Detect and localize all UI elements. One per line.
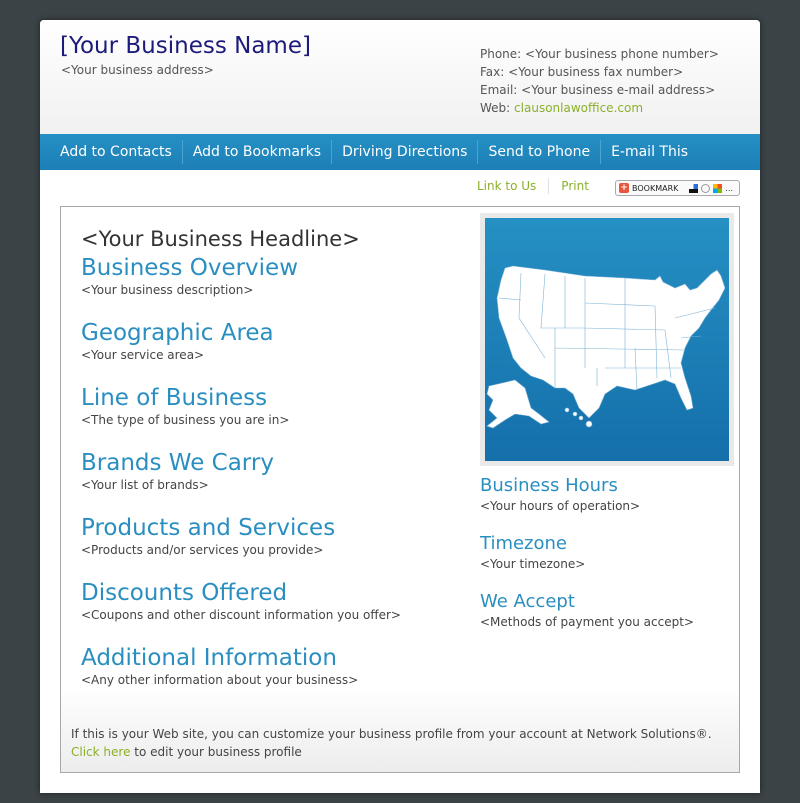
more-icon: ... [725, 183, 734, 193]
website-link[interactable]: clausonlawoffice.com [514, 101, 643, 115]
section-text: <Your service area> [81, 348, 205, 362]
section-title: Brands We Carry [81, 450, 274, 476]
delicious-icon [689, 183, 699, 193]
section-discounts-offered: Discounts Offered <Coupons and other dis… [81, 580, 401, 624]
map-frame [480, 213, 734, 466]
section-text: <Coupons and other discount information … [81, 608, 401, 622]
bookmark-label: BOOKMARK [632, 183, 679, 193]
section-text: <Products and/or services you provide> [81, 543, 324, 557]
section-text: <The type of business you are in> [81, 413, 290, 427]
email-line: Email: <Your business e-mail address> [480, 81, 719, 99]
page-container: [Your Business Name] <Your business addr… [40, 20, 760, 793]
nav-send-to-phone[interactable]: Send to Phone [478, 140, 602, 164]
utility-links: Link to Us Print [477, 178, 589, 194]
section-title: Discounts Offered [81, 580, 288, 606]
bookmark-share-button[interactable]: + BOOKMARK ... [615, 180, 740, 196]
email-value: <Your business e-mail address> [521, 83, 716, 97]
business-name: [Your Business Name] [60, 33, 311, 59]
business-headline: <Your Business Headline> [81, 227, 360, 251]
section-title: Additional Information [81, 645, 337, 671]
sidebar-text: <Methods of payment you accept> [480, 615, 694, 629]
header: [Your Business Name] <Your business addr… [40, 20, 760, 134]
email-label: Email: [480, 83, 518, 97]
section-title: Line of Business [81, 385, 268, 411]
digg-icon [701, 183, 711, 193]
edit-profile-line: Click here to edit your business profile [71, 743, 712, 761]
section-text: <Any other information about your busine… [81, 673, 359, 687]
section-line-of-business: Line of Business <The type of business y… [81, 385, 289, 429]
nav-email-this[interactable]: E-mail This [601, 140, 698, 164]
note-text: If this is your Web site, you can custom… [71, 727, 712, 741]
section-text: <Your list of brands> [81, 478, 209, 492]
nav-add-to-bookmarks[interactable]: Add to Bookmarks [183, 140, 333, 164]
sidebar-title: We Accept [480, 591, 575, 612]
sidebar-title: Business Hours [480, 475, 618, 496]
edit-profile-text: to edit your business profile [130, 745, 302, 759]
us-map-icon [485, 218, 729, 461]
nav-add-to-contacts[interactable]: Add to Contacts [50, 140, 183, 164]
windows-icon [713, 183, 723, 193]
nav-driving-directions[interactable]: Driving Directions [332, 140, 479, 164]
sidebar-timezone: Timezone <Your timezone> [480, 533, 585, 573]
plus-icon: + [619, 183, 629, 193]
web-line: Web: clausonlawoffice.com [480, 99, 719, 117]
fax-label: Fax: [480, 65, 505, 79]
business-address: <Your business address> [61, 63, 214, 77]
phone-value: <Your business phone number> [525, 47, 719, 61]
sidebar-text: <Your hours of operation> [480, 499, 641, 513]
section-geographic-area: Geographic Area <Your service area> [81, 320, 274, 364]
profile-content-box: <Your Business Headline> Business Overvi… [60, 206, 740, 773]
section-text: <Your business description> [81, 283, 254, 297]
sidebar-business-hours: Business Hours <Your hours of operation> [480, 475, 640, 515]
customize-profile-note: If this is your Web site, you can custom… [71, 725, 712, 761]
action-nav-bar: Add to Contacts Add to Bookmarks Driving… [40, 134, 760, 170]
section-title: Products and Services [81, 515, 336, 541]
divider [548, 178, 550, 194]
sidebar-title: Timezone [480, 533, 567, 554]
section-products-and-services: Products and Services <Products and/or s… [81, 515, 335, 559]
section-business-overview: Business Overview <Your business descrip… [81, 255, 298, 299]
fax-line: Fax: <Your business fax number> [480, 63, 719, 81]
print-link[interactable]: Print [561, 179, 589, 193]
sidebar-text: <Your timezone> [480, 557, 586, 571]
phone-line: Phone: <Your business phone number> [480, 45, 719, 63]
section-title: Business Overview [81, 255, 299, 281]
fax-value: <Your business fax number> [508, 65, 684, 79]
link-to-us-link[interactable]: Link to Us [477, 179, 536, 193]
phone-label: Phone: [480, 47, 522, 61]
us-map-graphic [486, 265, 726, 429]
section-title: Geographic Area [81, 320, 274, 346]
section-brands-we-carry: Brands We Carry <Your list of brands> [81, 450, 274, 494]
contact-info: Phone: <Your business phone number> Fax:… [480, 45, 719, 117]
click-here-link[interactable]: Click here [71, 745, 130, 759]
section-additional-information: Additional Information <Any other inform… [81, 645, 358, 689]
sidebar-we-accept: We Accept <Methods of payment you accept… [480, 591, 694, 631]
web-label: Web: [480, 101, 511, 115]
